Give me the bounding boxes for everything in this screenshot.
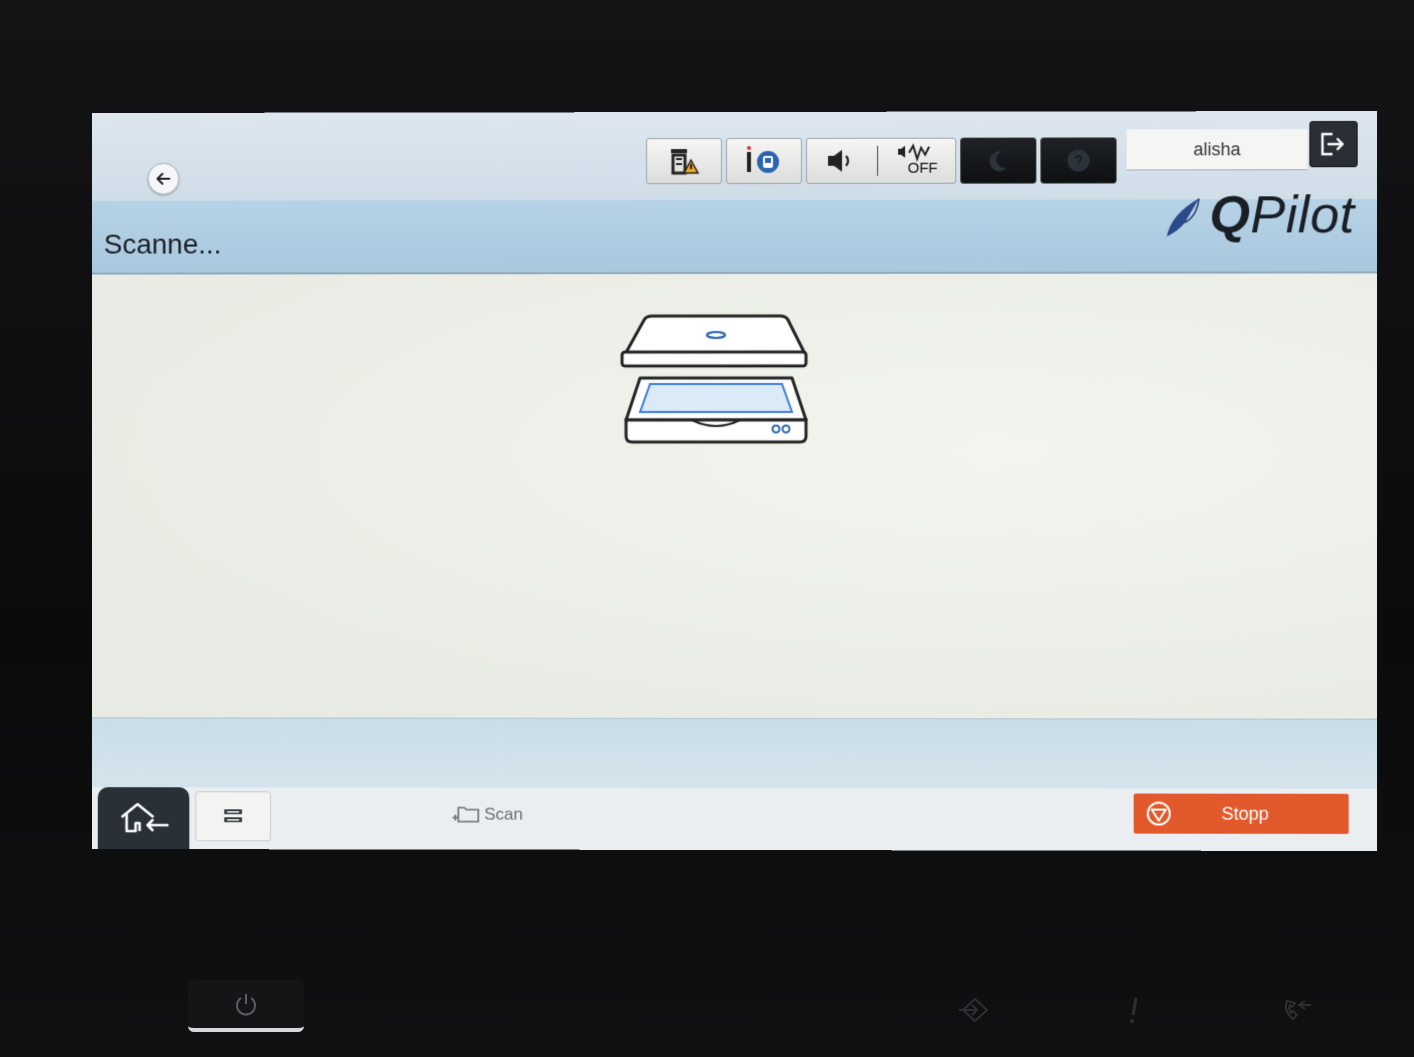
hardware-power-button[interactable] bbox=[188, 980, 304, 1032]
scan-to-folder-icon bbox=[450, 804, 480, 826]
logout-icon bbox=[1318, 130, 1348, 158]
data-led-icon bbox=[940, 990, 1010, 1030]
supplies-button[interactable] bbox=[646, 138, 722, 184]
volume-button[interactable]: OFF bbox=[806, 138, 956, 184]
back-button[interactable] bbox=[148, 163, 180, 195]
arrow-left-icon bbox=[154, 170, 172, 188]
job-status-button[interactable] bbox=[195, 791, 271, 841]
sleep-button[interactable] bbox=[960, 138, 1036, 184]
page-title: Scanne... bbox=[104, 229, 222, 261]
scan-progress-area bbox=[92, 273, 1377, 718]
brand-name: QPilot bbox=[1209, 185, 1354, 245]
svg-text:?: ? bbox=[1075, 152, 1083, 168]
supplies-warning-icon bbox=[667, 146, 701, 176]
logout-button[interactable] bbox=[1309, 121, 1357, 167]
sleep-moon-icon bbox=[985, 148, 1011, 174]
power-icon bbox=[232, 990, 260, 1018]
lower-info-band bbox=[92, 717, 1377, 792]
home-return-icon bbox=[118, 801, 170, 835]
status-icon-group: OFF ? bbox=[646, 137, 1117, 184]
title-band: Scanne... QPilot bbox=[92, 199, 1377, 274]
stop-icon bbox=[1146, 801, 1172, 827]
stop-button[interactable]: Stopp bbox=[1134, 794, 1349, 834]
task-scan: Scan bbox=[450, 804, 523, 826]
stop-label: Stopp bbox=[1172, 803, 1349, 824]
help-icon: ? bbox=[1065, 147, 1091, 173]
home-button[interactable] bbox=[98, 787, 190, 849]
job-list-icon bbox=[222, 807, 244, 825]
error-led-icon bbox=[1100, 990, 1170, 1030]
brand-logo: QPilot bbox=[1161, 185, 1354, 245]
task-scan-label: Scan bbox=[484, 805, 523, 825]
device-info-button[interactable] bbox=[726, 138, 802, 184]
noise-off-label: OFF bbox=[908, 160, 938, 177]
user-name: alisha bbox=[1193, 139, 1240, 160]
fax-led-icon bbox=[1262, 990, 1332, 1030]
user-name-field: alisha bbox=[1127, 129, 1308, 170]
flatbed-scanner-icon bbox=[620, 308, 812, 446]
touch-screen: OFF ? alisha Scanne... QPilot Scan Stopp bbox=[92, 111, 1377, 851]
help-button[interactable]: ? bbox=[1040, 137, 1116, 183]
bottom-bar: Scan Stopp bbox=[92, 787, 1377, 851]
noise-off-indicator: OFF bbox=[896, 143, 938, 179]
volume-icon bbox=[825, 148, 859, 174]
separator bbox=[877, 146, 878, 176]
device-info-icon bbox=[744, 146, 784, 176]
brand-leaf-icon bbox=[1161, 192, 1203, 238]
